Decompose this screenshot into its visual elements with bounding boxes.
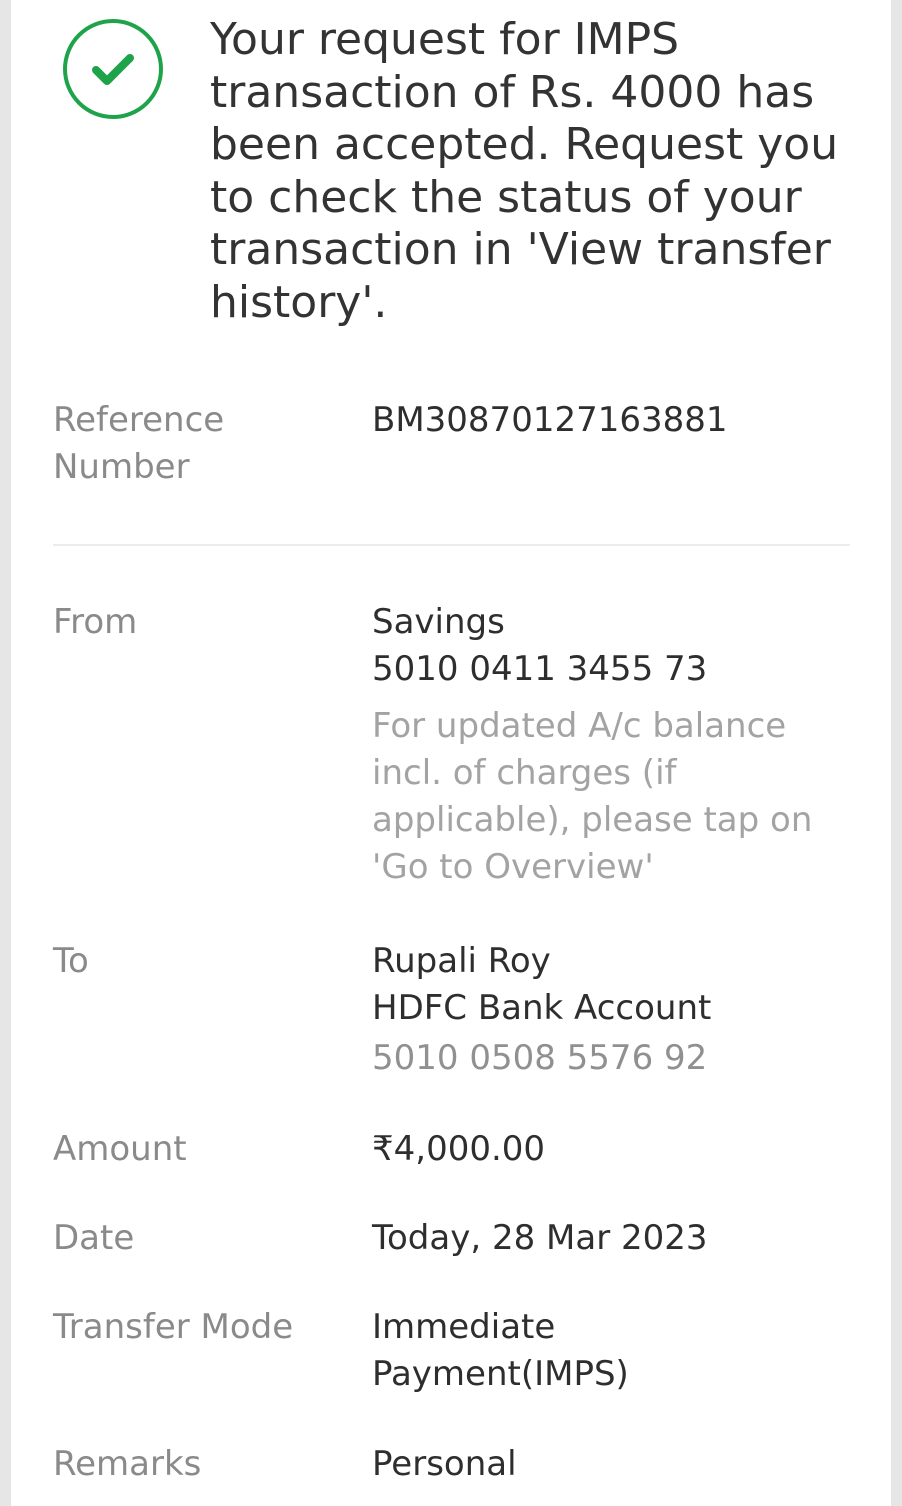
date-label: Date <box>53 1218 135 1258</box>
checkmark-icon <box>92 54 134 85</box>
transfer-mode-label: Transfer Mode <box>53 1307 294 1347</box>
payee-bank: HDFC Bank Account <box>372 988 712 1028</box>
payee-name: Rupali Roy <box>372 941 551 981</box>
transaction-confirmation-card: Your request for IMPS transaction of Rs.… <box>11 0 891 1506</box>
balance-note: For updated A/c balance incl. of charges… <box>372 706 813 887</box>
check-circle-icon <box>63 19 163 119</box>
from-account-type: Savings <box>372 602 505 642</box>
from-value: Savings 5010 0411 3455 73 For updated A/… <box>372 599 842 891</box>
amount-label: Amount <box>53 1129 187 1169</box>
to-label: To <box>53 941 89 981</box>
remarks-value: Personal <box>372 1444 517 1484</box>
payee-account-number: 5010 0508 5576 92 <box>372 1038 708 1078</box>
from-label: From <box>53 602 138 642</box>
amount-value: ₹4,000.00 <box>372 1129 546 1169</box>
reference-number-value: BM30870127163881 <box>372 400 728 440</box>
remarks-label: Remarks <box>53 1444 202 1484</box>
confirmation-message: Your request for IMPS transaction of Rs.… <box>210 14 839 328</box>
divider <box>53 544 850 546</box>
date-value: Today, 28 Mar 2023 <box>372 1218 708 1258</box>
from-account-number: 5010 0411 3455 73 <box>372 649 708 689</box>
reference-number-label: Reference Number <box>53 400 225 487</box>
transfer-mode-value: Immediate Payment(IMPS) <box>372 1307 629 1394</box>
to-value: Rupali Roy HDFC Bank Account 5010 0508 5… <box>372 938 842 1082</box>
